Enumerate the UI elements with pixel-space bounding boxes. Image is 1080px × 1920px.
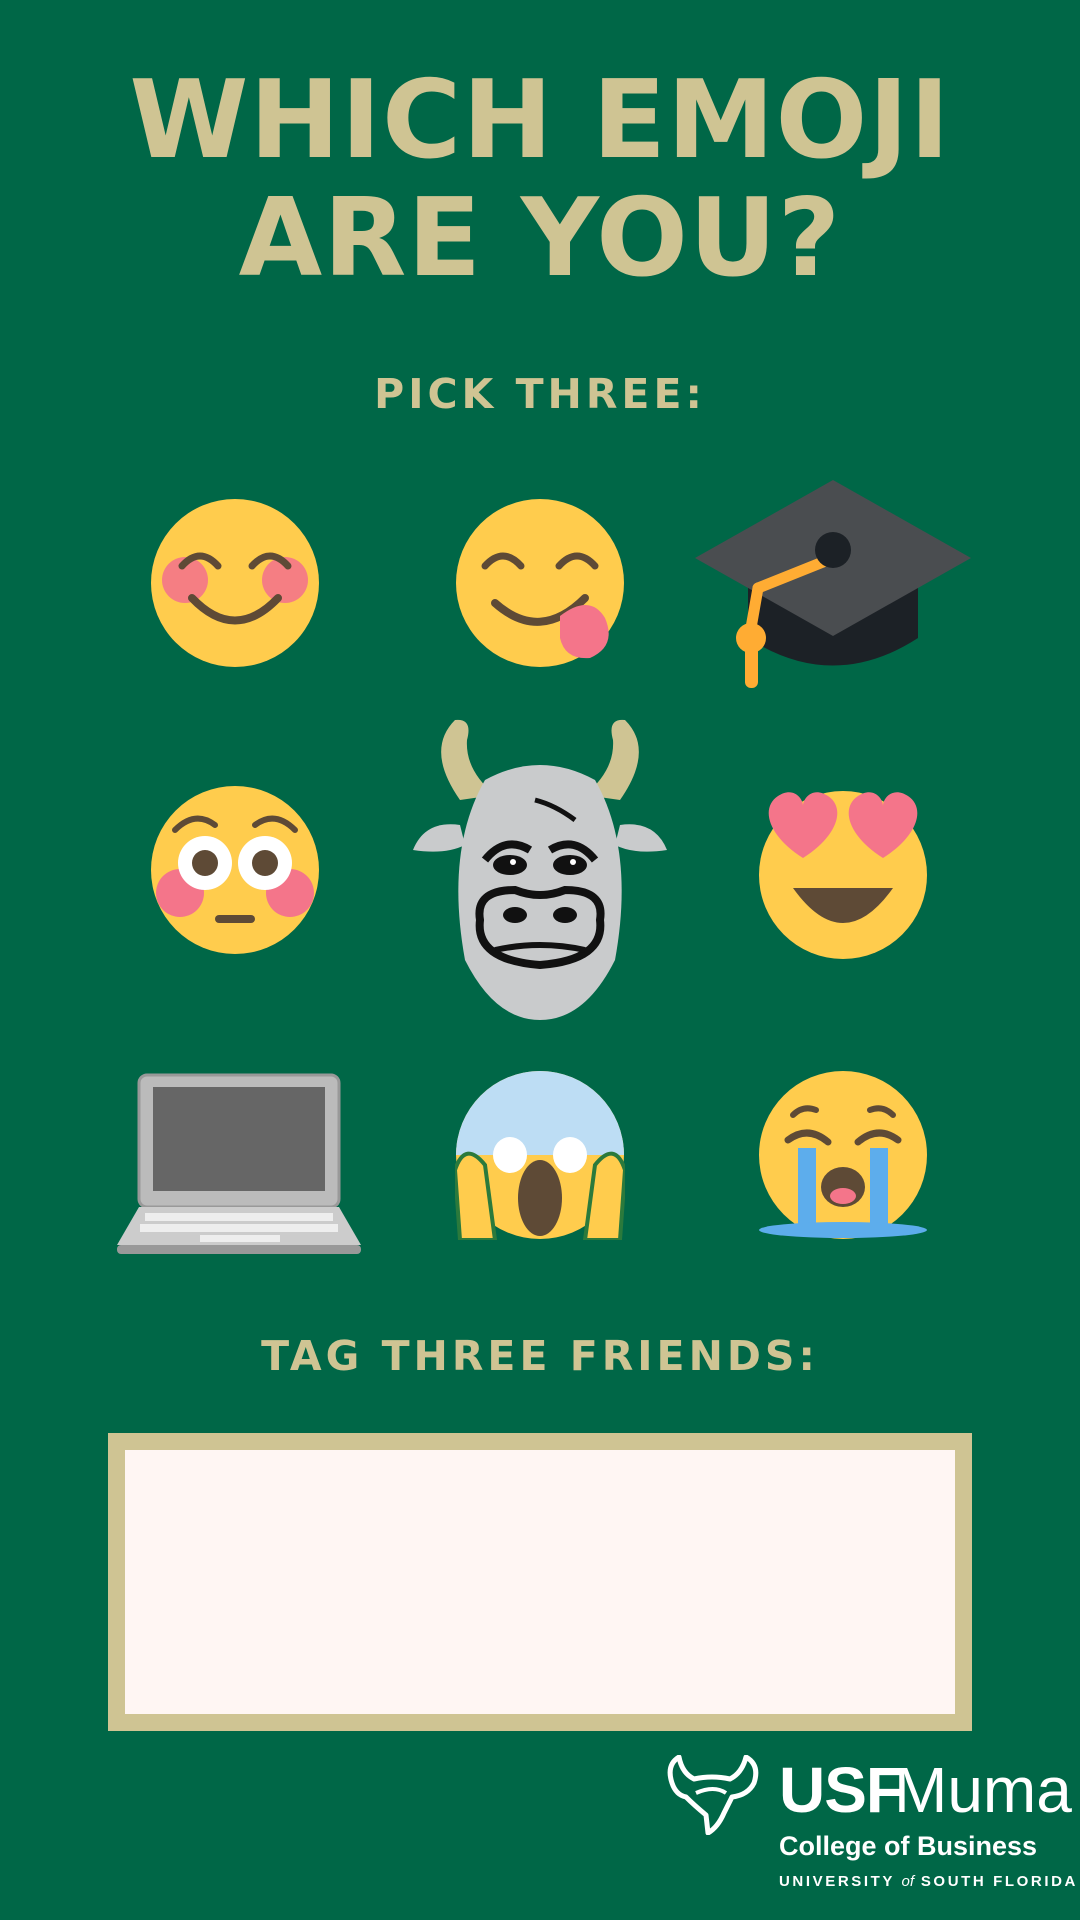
tag-friends-box-inner <box>125 1450 955 1714</box>
pick-three-label: PICK THREE: <box>374 370 706 418</box>
face-savoring-food-icon[interactable] <box>455 498 630 668</box>
tag-three-friends-label: TAG THREE FRIENDS: <box>261 1332 819 1380</box>
logo-university-of: of <box>901 1873 915 1890</box>
logo-muma-text: Muma <box>894 1754 1072 1826</box>
smiling-face-with-heart-eyes-icon[interactable] <box>758 788 928 960</box>
loudly-crying-face-icon[interactable] <box>758 1070 928 1240</box>
flushed-face-icon[interactable] <box>150 785 320 955</box>
usf-muma-logo: USF Muma College of Business UNIVERSITY … <box>664 1754 1075 1895</box>
laptop-icon[interactable] <box>115 1073 363 1256</box>
logo-university-part2: SOUTH FLORIDA <box>920 1873 1078 1890</box>
title-line-2: ARE YOU? <box>238 176 842 301</box>
logo-university-text: UNIVERSITY of SOUTH FLORIDA <box>779 1873 1078 1890</box>
tag-friends-box[interactable] <box>108 1433 972 1731</box>
face-screaming-in-fear-icon[interactable] <box>455 1070 625 1240</box>
graduation-cap-icon[interactable] <box>693 478 973 698</box>
logo-usf-text: USF <box>779 1754 905 1826</box>
title-line-1: WHICH EMOJI <box>129 58 951 183</box>
smiling-face-with-smiling-eyes-icon[interactable] <box>150 498 320 668</box>
usf-bull-logo-icon <box>667 1755 759 1835</box>
logo-university-part1: UNIVERSITY <box>779 1873 895 1890</box>
usf-bull-mascot-icon[interactable] <box>405 710 675 1020</box>
page-title: WHICH EMOJI ARE YOU? <box>0 62 1080 298</box>
logo-college-text: College of Business <box>779 1831 1038 1861</box>
